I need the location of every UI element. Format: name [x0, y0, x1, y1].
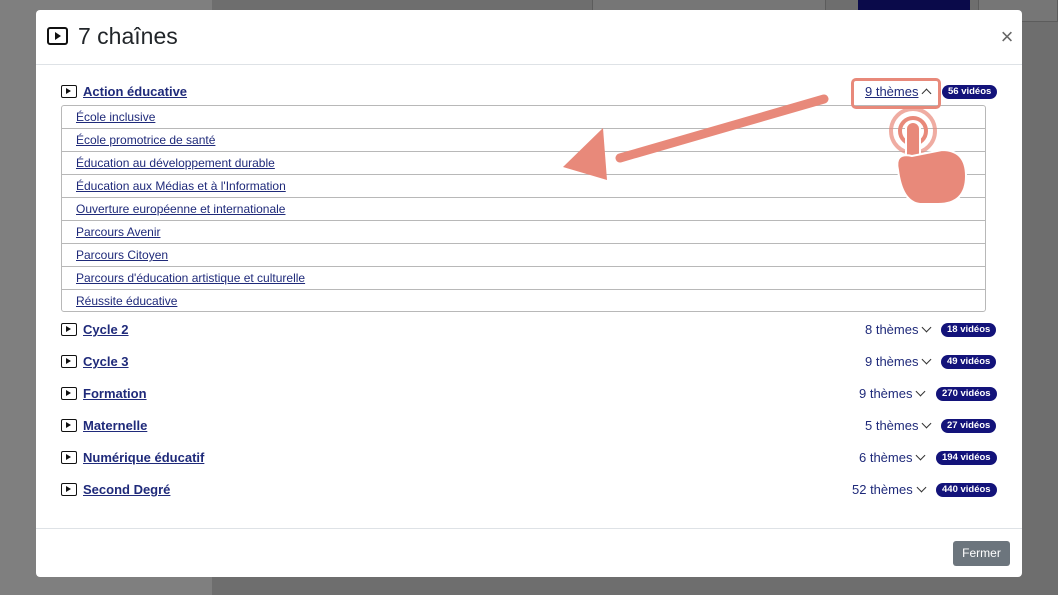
channel-link[interactable]: Formation: [83, 386, 147, 401]
video-count-badge: 18 vidéos: [941, 323, 997, 337]
theme-link[interactable]: Réussite éducative: [76, 294, 177, 308]
close-button[interactable]: Fermer: [953, 541, 1010, 566]
video-count-badge: 194 vidéos: [936, 451, 997, 465]
channel-link[interactable]: Maternelle: [83, 418, 147, 433]
themes-count: 9 thèmes: [865, 354, 919, 369]
video-play-icon: [47, 27, 68, 45]
channel-link[interactable]: Numérique éducatif: [83, 450, 204, 465]
theme-link[interactable]: École inclusive: [76, 110, 155, 124]
channel-row: Second Degré 52 thèmes 440 vidéos: [60, 480, 998, 502]
list-item: École inclusive: [62, 106, 985, 129]
chevron-down-icon: [916, 386, 926, 397]
channel-row: Cycle 2 8 thèmes 18 vidéos: [60, 320, 998, 342]
chevron-down-icon: [922, 354, 932, 365]
video-play-icon: [61, 85, 77, 98]
chevron-down-icon: [916, 482, 927, 493]
channel-link[interactable]: Second Degré: [83, 482, 170, 497]
video-play-icon: [61, 483, 77, 496]
chevron-down-icon: [922, 322, 932, 333]
themes-toggle[interactable]: 5 thèmes: [865, 418, 932, 433]
themes-count: 8 thèmes: [865, 322, 919, 337]
video-play-icon: [61, 419, 77, 432]
themes-toggle[interactable]: 9 thèmes: [865, 354, 932, 369]
theme-link[interactable]: Ouverture européenne et internationale: [76, 202, 285, 216]
theme-link[interactable]: Parcours Citoyen: [76, 248, 168, 262]
modal-title: 7 chaînes: [78, 23, 178, 49]
channels-modal: 7 chaînes × Action éducative 9 thèmes 56…: [36, 10, 1022, 577]
modal-header: 7 chaînes ×: [36, 10, 1022, 65]
list-item: Éducation aux Médias et à l'Information: [62, 175, 985, 198]
video-play-icon: [61, 355, 77, 368]
modal-footer: Fermer: [36, 528, 1022, 577]
video-count-badge: 49 vidéos: [941, 355, 997, 369]
video-count-badge: 440 vidéos: [936, 483, 997, 497]
theme-link[interactable]: Parcours d'éducation artistique et cultu…: [76, 271, 305, 285]
themes-toggle[interactable]: 6 thèmes: [859, 450, 926, 465]
list-item: Parcours Citoyen: [62, 244, 985, 267]
channel-link[interactable]: Cycle 3: [83, 354, 129, 369]
list-item: Éducation au développement durable: [62, 152, 985, 175]
list-item: Parcours d'éducation artistique et cultu…: [62, 267, 985, 290]
channel-row: Formation 9 thèmes 270 vidéos: [60, 384, 998, 406]
highlight-box: [851, 78, 941, 109]
themes-toggle[interactable]: 8 thèmes: [865, 322, 932, 337]
themes-count: 5 thèmes: [865, 418, 919, 433]
chevron-down-icon: [916, 450, 926, 461]
video-count-badge: 270 vidéos: [936, 387, 997, 401]
list-item: Ouverture européenne et internationale: [62, 198, 985, 221]
video-play-icon: [61, 323, 77, 336]
channel-row: Numérique éducatif 6 thèmes 194 vidéos: [60, 448, 998, 470]
video-play-icon: [61, 451, 77, 464]
video-count-badge: 27 vidéos: [941, 419, 997, 433]
theme-list: École inclusive École promotrice de sant…: [61, 105, 986, 312]
themes-toggle[interactable]: 52 thèmes: [852, 482, 927, 497]
video-play-icon: [61, 387, 77, 400]
list-item: Parcours Avenir: [62, 221, 985, 244]
themes-count: 9 thèmes: [859, 386, 913, 401]
chevron-down-icon: [922, 418, 932, 429]
themes-count: 6 thèmes: [859, 450, 913, 465]
list-item: Réussite éducative: [62, 290, 985, 313]
video-count-badge: 56 vidéos: [942, 85, 998, 99]
theme-link[interactable]: Parcours Avenir: [76, 225, 161, 239]
theme-link[interactable]: Éducation aux Médias et à l'Information: [76, 179, 286, 193]
channel-row: Maternelle 5 thèmes 27 vidéos: [60, 416, 998, 438]
list-item: École promotrice de santé: [62, 129, 985, 152]
theme-link[interactable]: Éducation au développement durable: [76, 156, 275, 170]
theme-link[interactable]: École promotrice de santé: [76, 133, 215, 147]
themes-toggle[interactable]: 9 thèmes: [859, 386, 926, 401]
channel-link[interactable]: Action éducative: [83, 84, 187, 99]
channel-row: Cycle 3 9 thèmes 49 vidéos: [60, 352, 998, 374]
close-icon[interactable]: ×: [996, 26, 1018, 48]
themes-count: 52 thèmes: [852, 482, 913, 497]
channel-link[interactable]: Cycle 2: [83, 322, 129, 337]
